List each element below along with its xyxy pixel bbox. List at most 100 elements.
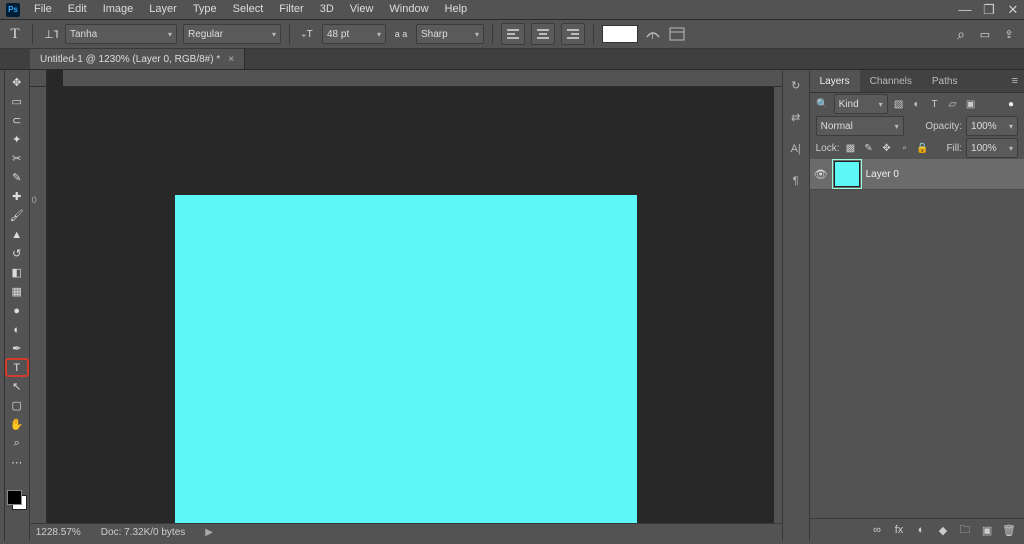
type-tool[interactable]: T	[6, 359, 28, 376]
filter-toggle-icon[interactable]: ●	[1004, 97, 1018, 111]
brush-tool[interactable]: 🖌	[6, 207, 28, 224]
dodge-tool[interactable]: ◐	[6, 321, 28, 338]
lock-artboard-icon[interactable]: ▫	[898, 141, 912, 155]
menu-image[interactable]: Image	[95, 0, 142, 19]
group-icon[interactable]: 🗀	[958, 523, 972, 537]
status-flyout-icon[interactable]: ▶	[205, 527, 213, 538]
lock-all-icon[interactable]: 🔒	[916, 141, 930, 155]
path-select-tool[interactable]: ↖	[6, 378, 28, 395]
font-size-icon: ₊T	[298, 25, 316, 43]
status-doc-size[interactable]: Doc: 7.32K/0 bytes	[101, 527, 186, 538]
status-zoom[interactable]: 1228.57%	[36, 527, 81, 538]
align-right-button[interactable]	[561, 23, 585, 45]
align-center-button[interactable]	[531, 23, 555, 45]
search-icon[interactable]: ⌕	[952, 25, 970, 43]
properties-panel-icon[interactable]: ⇄	[787, 108, 805, 126]
lock-transparent-icon[interactable]: ▩	[844, 141, 858, 155]
blend-mode-dropdown[interactable]: Normal▾	[816, 116, 904, 136]
menu-select[interactable]: Select	[225, 0, 272, 19]
lasso-tool[interactable]: ⊂	[6, 112, 28, 129]
layer-fx-icon[interactable]: fx	[892, 523, 906, 537]
fill-dropdown[interactable]: 100%▾	[966, 138, 1018, 158]
canvas[interactable]	[175, 195, 637, 523]
filter-type-icon[interactable]: T	[928, 97, 942, 111]
link-layers-icon[interactable]: ∞	[870, 523, 884, 537]
font-family-dropdown[interactable]: Tanha▾	[65, 24, 177, 44]
magic-wand-tool[interactable]: ✦	[6, 131, 28, 148]
text-orientation-button[interactable]: ⊥T	[41, 25, 59, 43]
tab-paths[interactable]: Paths	[922, 70, 968, 92]
history-panel-icon[interactable]: ↻	[787, 76, 805, 94]
hand-tool[interactable]: ✋	[6, 416, 28, 433]
healing-brush-tool[interactable]: ✚	[6, 188, 28, 205]
ruler-origin[interactable]	[30, 70, 47, 87]
rectangle-tool[interactable]: ▢	[6, 397, 28, 414]
zoom-tool[interactable]: ⌕	[6, 435, 28, 452]
blur-tool[interactable]: ●	[6, 302, 28, 319]
layer-filter-kind-dropdown[interactable]: Kind▾	[834, 94, 888, 114]
horizontal-ruler[interactable]	[63, 70, 782, 87]
window-close-button[interactable]: ✕	[1002, 2, 1024, 18]
move-tool[interactable]: ✥	[6, 74, 28, 91]
share-button[interactable]: ⇪	[1000, 25, 1018, 43]
menu-window[interactable]: Window	[381, 0, 436, 19]
marquee-tool[interactable]: ▭	[6, 93, 28, 110]
canvas-viewport[interactable]	[47, 87, 774, 523]
layers-footer: ∞ fx ◐ ◆ 🗀 ▣ 🗑	[810, 518, 1024, 541]
gradient-tool[interactable]: ▦	[6, 283, 28, 300]
menu-filter[interactable]: Filter	[271, 0, 311, 19]
layer-row[interactable]: 👁 Layer 0	[810, 159, 1024, 190]
foreground-background-swatch[interactable]	[6, 489, 28, 511]
menu-3d[interactable]: 3D	[312, 0, 342, 19]
eyedropper-tool[interactable]: ✎	[6, 169, 28, 186]
menu-view[interactable]: View	[342, 0, 382, 19]
filter-smart-icon[interactable]: ▣	[964, 97, 978, 111]
character-panel-icon[interactable]: A|	[787, 140, 805, 158]
text-color-swatch[interactable]	[602, 25, 638, 43]
vertical-scrollbar[interactable]	[774, 87, 782, 523]
menu-layer[interactable]: Layer	[141, 0, 185, 19]
delete-layer-icon[interactable]: 🗑	[1002, 523, 1016, 537]
document-tab[interactable]: Untitled-1 @ 1230% (Layer 0, RGB/8#) * ×	[30, 49, 245, 69]
menu-edit[interactable]: Edit	[60, 0, 95, 19]
menu-help[interactable]: Help	[437, 0, 476, 19]
tab-layers[interactable]: Layers	[810, 70, 860, 92]
more-tool[interactable]: ⋯	[6, 454, 28, 471]
filter-shape-icon[interactable]: ▱	[946, 97, 960, 111]
font-size-dropdown[interactable]: 48 pt▾	[322, 24, 386, 44]
adjustment-layer-icon[interactable]: ◆	[936, 523, 950, 537]
filter-search-icon: 🔍	[816, 97, 830, 111]
panel-menu-icon[interactable]: ≡	[1006, 70, 1024, 92]
font-style-dropdown[interactable]: Regular▾	[183, 24, 281, 44]
lock-image-icon[interactable]: ✎	[862, 141, 876, 155]
lock-position-icon[interactable]: ✥	[880, 141, 894, 155]
filter-pixel-icon[interactable]: ▧	[892, 97, 906, 111]
window-maximize-button[interactable]: ❐	[978, 2, 1000, 18]
layer-list[interactable]: 👁 Layer 0	[810, 159, 1024, 518]
vertical-ruler[interactable]: 0	[30, 87, 47, 523]
new-layer-icon[interactable]: ▣	[980, 523, 994, 537]
paragraph-panel-icon[interactable]: ¶	[787, 172, 805, 190]
layer-mask-icon[interactable]: ◐	[914, 523, 928, 537]
close-icon[interactable]: ×	[228, 54, 234, 65]
history-brush-tool[interactable]: ↺	[6, 245, 28, 262]
menu-type[interactable]: Type	[185, 0, 225, 19]
foreground-color-swatch[interactable]	[7, 490, 22, 505]
window-minimize-button[interactable]: —	[954, 2, 976, 17]
layer-thumbnail[interactable]	[834, 161, 860, 187]
character-panel-button[interactable]	[668, 25, 686, 43]
align-left-button[interactable]	[501, 23, 525, 45]
layer-name[interactable]: Layer 0	[866, 169, 899, 180]
antialias-dropdown[interactable]: Sharp▾	[416, 24, 484, 44]
arrange-documents-button[interactable]: ▭	[976, 25, 994, 43]
filter-adjust-icon[interactable]: ◐	[910, 97, 924, 111]
clone-stamp-tool[interactable]: ▲	[6, 226, 28, 243]
menu-file[interactable]: File	[26, 0, 60, 19]
opacity-dropdown[interactable]: 100%▾	[966, 116, 1018, 136]
eraser-tool[interactable]: ◧	[6, 264, 28, 281]
tab-channels[interactable]: Channels	[860, 70, 922, 92]
warp-text-button[interactable]: T	[644, 25, 662, 43]
crop-tool[interactable]: ✂	[6, 150, 28, 167]
pen-tool[interactable]: ✒	[6, 340, 28, 357]
visibility-icon[interactable]: 👁	[814, 168, 828, 181]
